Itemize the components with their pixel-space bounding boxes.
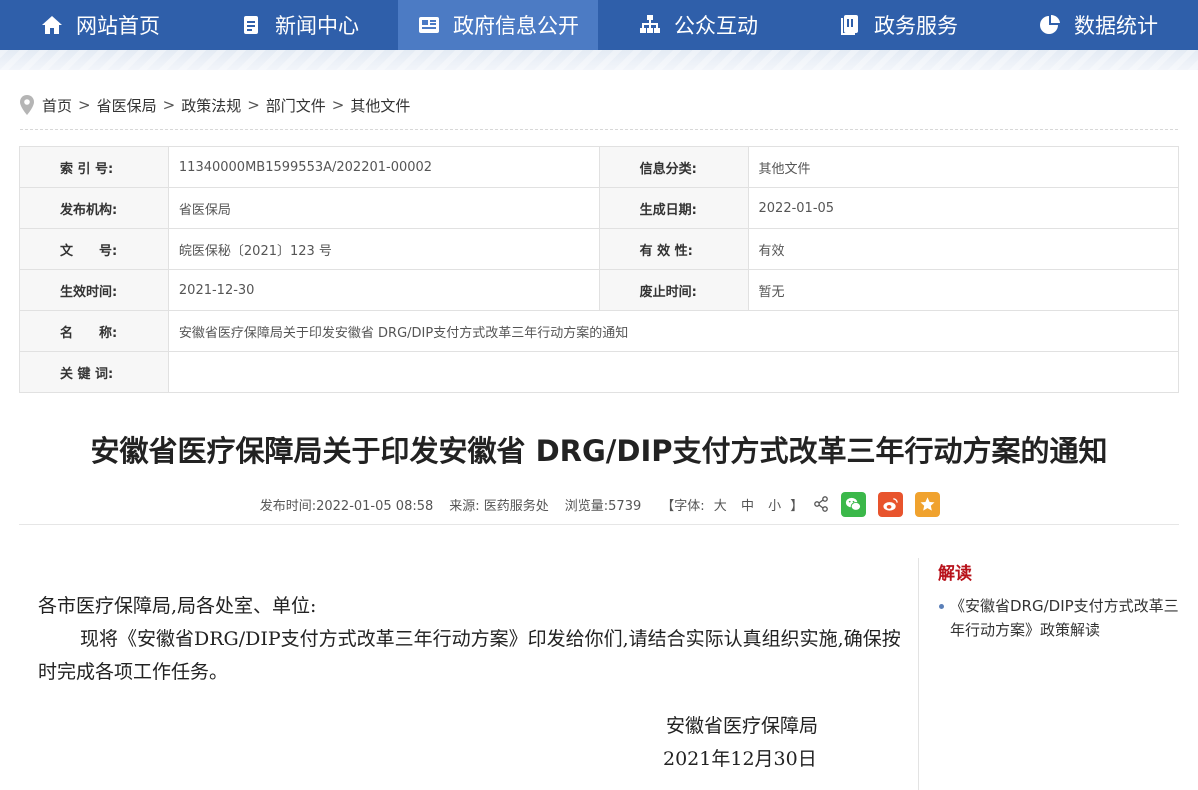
table-row: 生效时间: 2021-12-30 废止时间: 暂无 (19, 269, 1179, 311)
interpretation-title: 解读 (938, 564, 972, 584)
star-icon (920, 496, 935, 511)
signature-org: 安徽省医疗保障局 (666, 715, 819, 737)
created-date-value: 2022-01-05 (747, 187, 1179, 229)
effective-date-value: 2021-12-30 (167, 269, 600, 311)
files-icon (838, 13, 862, 37)
nav-label: 数据统计 (1074, 14, 1158, 38)
validity-label: 有 效 性: (598, 228, 749, 270)
article-body: 各市医疗保障局,局各处室、单位: 现将《安徽省DRG/DIP支付方式改革三年行动… (38, 590, 904, 689)
org-chart-icon (638, 13, 662, 37)
breadcrumb-divider (20, 129, 1178, 130)
nav-item-interaction[interactable]: 公众互动 (598, 0, 798, 50)
keywords-label: 关 键 词: (19, 351, 169, 393)
body-paragraph: 现将《安徽省DRG/DIP支付方式改革三年行动方案》印发给你们,请结合实际认真组… (38, 628, 901, 683)
breadcrumb-separator: > (247, 96, 260, 114)
nav-item-home[interactable]: 网站首页 (0, 0, 200, 50)
nav-label: 政府信息公开 (453, 14, 579, 38)
article-title: 安徽省医疗保障局关于印发安徽省 DRG/DIP支付方式改革三年行动方案的通知 (90, 434, 1108, 468)
home-icon (40, 13, 64, 37)
table-row: 发布机构: 省医保局 生成日期: 2022-01-05 (19, 187, 1179, 229)
doc-number-label: 文 号: (19, 228, 169, 270)
font-size-open: 【字体: (661, 498, 705, 514)
share-icon[interactable] (813, 496, 829, 512)
doc-name-value: 安徽省医疗保障局关于印发安徽省 DRG/DIP支付方式改革三年行动方案的通知 (167, 310, 1180, 352)
article-source: 来源: 医药服务处 (449, 498, 549, 514)
interpretation-list: 《安徽省DRG/DIP支付方式改革三年行动方案》政策解读 (938, 594, 1188, 642)
table-row: 名 称: 安徽省医疗保障局关于印发安徽省 DRG/DIP支付方式改革三年行动方案… (19, 310, 1180, 352)
table-row: 索 引 号: 11340000MB1599553A/202201-00002 信… (19, 146, 1179, 188)
index-label: 索 引 号: (19, 146, 169, 188)
publisher-label: 发布机构: (19, 187, 169, 229)
font-small-button[interactable]: 小 (768, 499, 781, 514)
breadcrumb-separator: > (331, 96, 345, 114)
breadcrumb-bureau[interactable]: 省医保局 (97, 95, 157, 116)
header-banner (0, 50, 1198, 70)
location-pin-icon (20, 95, 34, 115)
category-value: 其他文件 (747, 146, 1179, 188)
wechat-icon (846, 497, 862, 511)
nav-label: 新闻中心 (275, 14, 359, 38)
article-meta: 发布时间:2022-01-05 08:58 来源: 医药服务处 浏览量:5739… (19, 491, 1179, 517)
breadcrumb-home[interactable]: 首页 (42, 95, 72, 116)
weibo-icon (883, 497, 899, 511)
expire-date-value: 暂无 (747, 269, 1179, 311)
nav-label: 政务服务 (874, 14, 958, 38)
expire-date-label: 废止时间: (598, 269, 749, 311)
doc-number-value: 皖医保秘〔2021〕123 号 (167, 228, 600, 270)
breadcrumb-separator: > (162, 96, 176, 114)
document-info-table: 索 引 号: 11340000MB1599553A/202201-00002 信… (19, 146, 1180, 393)
keywords-value (167, 351, 1180, 393)
nav-label: 网站首页 (76, 14, 160, 38)
favorite-button[interactable] (915, 491, 941, 517)
document-icon (239, 13, 263, 37)
category-label: 信息分类: (598, 146, 749, 188)
nav-item-services[interactable]: 政务服务 (798, 0, 998, 50)
font-size-close: 】 (790, 498, 804, 514)
nav-item-news[interactable]: 新闻中心 (200, 0, 398, 50)
weibo-share-button[interactable] (878, 491, 904, 517)
wechat-share-button[interactable] (841, 491, 867, 517)
font-large-button[interactable]: 大 (714, 499, 727, 514)
newspaper-icon (417, 13, 441, 37)
main-nav: 网站首页 新闻中心 政府信息公开 公众互动 政务服务 数据统计 (0, 0, 1198, 50)
breadcrumb-dept-files[interactable]: 部门文件 (266, 95, 326, 116)
table-row: 文 号: 皖医保秘〔2021〕123 号 有 效 性: 有效 (19, 228, 1179, 270)
publish-time: 发布时间:2022-01-05 08:58 (259, 498, 434, 514)
breadcrumb-other-files[interactable]: 其他文件 (350, 95, 410, 116)
doc-name-label: 名 称: (19, 310, 169, 352)
created-date-label: 生成日期: (598, 187, 749, 229)
table-row: 关 键 词: (19, 351, 1180, 393)
interpretation-link[interactable]: 《安徽省DRG/DIP支付方式改革三年行动方案》政策解读 (938, 594, 1188, 642)
validity-value: 有效 (747, 228, 1179, 270)
breadcrumb: 首页 > 省医保局 > 政策法规 > 部门文件 > 其他文件 (20, 92, 410, 118)
nav-label: 公众互动 (674, 14, 758, 38)
signature-date: 2021年12月30日 (663, 748, 817, 770)
pie-chart-icon (1038, 13, 1062, 37)
font-medium-button[interactable]: 中 (741, 499, 754, 514)
nav-item-statistics[interactable]: 数据统计 (998, 0, 1198, 50)
publisher-value: 省医保局 (167, 187, 600, 229)
font-size-control: 【字体: 大 中 小 】 (661, 495, 803, 514)
breadcrumb-policy[interactable]: 政策法规 (181, 95, 241, 116)
meta-divider (19, 524, 1179, 525)
breadcrumb-separator: > (78, 96, 91, 114)
view-count: 浏览量:5739 (564, 498, 642, 514)
effective-date-label: 生效时间: (19, 269, 169, 311)
index-value: 11340000MB1599553A/202201-00002 (167, 146, 600, 188)
salutation: 各市医疗保障局,局各处室、单位: (38, 595, 317, 617)
nav-item-gov-info[interactable]: 政府信息公开 (398, 0, 598, 50)
sidebar-divider (918, 558, 919, 790)
